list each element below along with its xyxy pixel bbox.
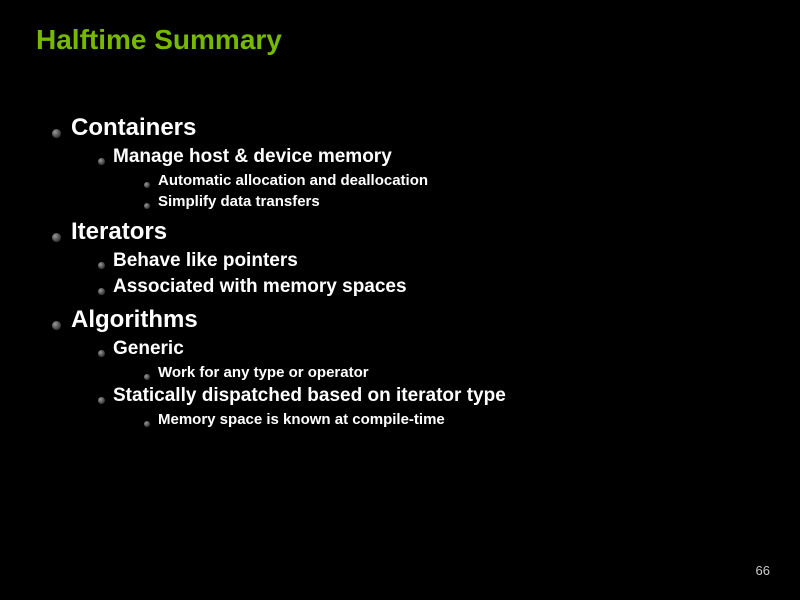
list-item: Manage host & device memory — [98, 146, 764, 168]
bullet-icon — [98, 262, 105, 269]
section-heading-text: Containers — [71, 114, 196, 142]
list-subitem-text: Memory space is known at compile-time — [158, 411, 445, 428]
list-item-text: Generic — [113, 338, 184, 360]
list-item: Generic — [98, 338, 764, 360]
list-item: Behave like pointers — [98, 250, 764, 272]
bullet-icon — [52, 321, 61, 330]
list-item: Associated with memory spaces — [98, 276, 764, 298]
list-subitem-text: Work for any type or operator — [158, 364, 369, 381]
page-number: 66 — [756, 563, 770, 578]
bullet-icon — [52, 129, 61, 138]
list-subitem: Automatic allocation and deallocation — [144, 172, 764, 189]
list-subitem: Simplify data transfers — [144, 193, 764, 210]
slide: Halftime Summary Containers Manage host … — [0, 0, 800, 428]
bullet-icon — [144, 421, 150, 427]
bullet-icon — [144, 374, 150, 380]
list-item-text: Statically dispatched based on iterator … — [113, 385, 506, 407]
section-heading: Containers — [52, 114, 764, 142]
list-subitem-text: Simplify data transfers — [158, 193, 320, 210]
section-heading-text: Algorithms — [71, 306, 198, 334]
list-subitem: Memory space is known at compile-time — [144, 411, 764, 428]
bullet-icon — [98, 397, 105, 404]
bullet-icon — [144, 182, 150, 188]
bullet-icon — [98, 288, 105, 295]
slide-title: Halftime Summary — [36, 24, 764, 56]
list-item-text: Associated with memory spaces — [113, 276, 407, 298]
list-item-text: Behave like pointers — [113, 250, 298, 272]
bullet-icon — [98, 350, 105, 357]
section-heading: Algorithms — [52, 306, 764, 334]
list-item: Statically dispatched based on iterator … — [98, 385, 764, 407]
bullet-icon — [98, 158, 105, 165]
bullet-icon — [144, 203, 150, 209]
list-subitem-text: Automatic allocation and deallocation — [158, 172, 428, 189]
section-heading: Iterators — [52, 218, 764, 246]
section-heading-text: Iterators — [71, 218, 167, 246]
list-item-text: Manage host & device memory — [113, 146, 392, 168]
bullet-icon — [52, 233, 61, 242]
list-subitem: Work for any type or operator — [144, 364, 764, 381]
